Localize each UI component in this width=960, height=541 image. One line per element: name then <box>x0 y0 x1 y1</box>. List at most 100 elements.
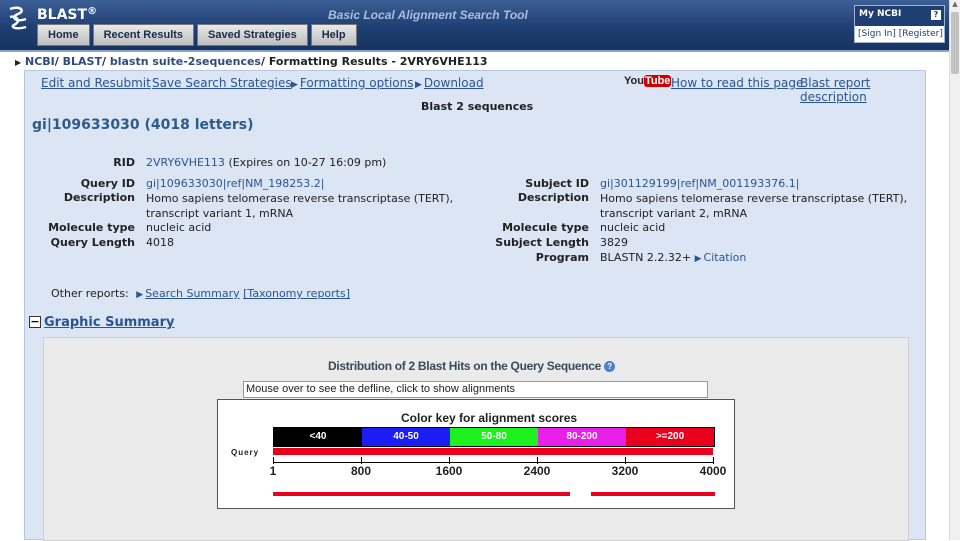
citation-link[interactable]: Citation <box>704 251 747 264</box>
graphic-summary-panel: Distribution of 2 Blast Hits on the Quer… <box>43 337 909 541</box>
breadcrumb-arrow-icon: ▶ <box>15 58 22 67</box>
query-id-label: Query ID <box>80 177 135 190</box>
subject-desc-line2: transcript variant 2, mRNA <box>600 207 748 220</box>
scroll-up-arrow-icon[interactable]: ▲ <box>950 0 960 11</box>
youtube-icon[interactable]: YouTube <box>624 75 672 90</box>
my-ncbi-help-icon[interactable]: ? <box>931 10 941 20</box>
axis-tick-label: 1600 <box>435 464 463 478</box>
query-desc-line2: transcript variant 1, mRNA <box>146 207 294 220</box>
distribution-title: Distribution of 2 Blast Hits on the Quer… <box>328 359 616 373</box>
defline-box: Mouse over to see the defline, click to … <box>243 381 708 398</box>
color-key-80-200: 80-200 <box>538 428 626 446</box>
rid-value: 2VRY6VHE113 (Expires on 10-27 16:09 pm) <box>146 155 386 170</box>
query-id-link[interactable]: gi|109633030|ref|NM_198253.2| <box>146 177 324 190</box>
my-ncbi-title: My NCBI <box>859 9 902 19</box>
program-label: Program <box>535 251 589 264</box>
search-summary-link[interactable]: Search Summary <box>145 287 239 300</box>
nav-help-button[interactable]: Help <box>310 24 357 46</box>
download-toggle[interactable]: ▶ Download <box>415 76 484 90</box>
color-key-title: Color key for alignment scores <box>401 411 578 425</box>
nav-recent-results-button[interactable]: Recent Results <box>92 24 195 46</box>
axis-tick <box>273 457 274 464</box>
axis-tick <box>713 457 714 464</box>
subject-desc-label: Description <box>517 191 589 204</box>
query-title: gi|109633030 (4018 letters) <box>32 117 254 133</box>
blast-logo-icon[interactable] <box>6 5 30 31</box>
help-icon[interactable]: ? <box>604 361 616 372</box>
query-axis <box>273 457 714 464</box>
download-link[interactable]: Download <box>424 76 484 90</box>
subject-length-label: Subject Length <box>495 236 589 249</box>
subject-moltype-value: nucleic acid <box>600 221 666 234</box>
formatting-options-link[interactable]: Formatting options <box>300 76 414 90</box>
color-key-40-50: 40-50 <box>362 428 450 446</box>
query-bar <box>273 448 713 455</box>
query-axis-label: Query <box>231 448 260 457</box>
blast-header: BLAST® Basic Local Alignment Search Tool… <box>0 0 949 52</box>
query-desc-label: Description <box>63 191 135 204</box>
alignment-graphic[interactable]: Color key for alignment scores <40 40-50… <box>217 399 735 509</box>
breadcrumb-current: Formatting Results - 2VRY6VHE113 <box>268 55 488 68</box>
color-key-lt40: <40 <box>274 428 362 446</box>
brand-title[interactable]: BLAST® <box>37 6 97 23</box>
breadcrumb: ▶ NCBI/ BLAST/ blastn suite-2sequences/ … <box>15 55 488 68</box>
my-ncbi-box: My NCBI ? [Sign In] [Register] <box>854 5 945 43</box>
axis-tick <box>625 457 626 464</box>
color-key-gte200: >=200 <box>626 428 714 446</box>
results-panel: Edit and Resubmit Save Search Strategies… <box>24 70 926 541</box>
breadcrumb-blastn-suite[interactable]: blastn suite-2sequences <box>110 55 261 68</box>
taxonomy-reports-link[interactable]: [Taxonomy reports] <box>243 287 350 300</box>
subject-id-value: gi|301129199|ref|NM_001193376.1| <box>600 176 799 191</box>
query-desc-line1: Homo sapiens telomerase reverse transcri… <box>146 192 454 205</box>
triangle-right-icon: ▶ <box>694 254 702 264</box>
color-key-50-80: 50-80 <box>450 428 538 446</box>
rid-link[interactable]: 2VRY6VHE113 <box>146 156 225 169</box>
query-length-value: 4018 <box>146 236 174 249</box>
distribution-text: Distribution of 2 Blast Hits on the Quer… <box>328 359 602 373</box>
subject-id-label: Subject ID <box>525 177 589 190</box>
scroll-thumb[interactable] <box>951 12 959 74</box>
query-length-label: Query Length <box>50 236 135 249</box>
axis-tick-label: 800 <box>350 464 372 478</box>
edit-resubmit-link[interactable]: Edit and Resubmit <box>41 76 151 90</box>
register-link[interactable]: [Register] <box>899 29 943 39</box>
graphic-summary-header[interactable]: − Graphic Summary <box>29 315 174 330</box>
brand-text: BLAST <box>37 7 88 23</box>
alignment-hit-bar[interactable] <box>273 492 570 496</box>
youtube-tube: Tube <box>643 75 672 87</box>
query-moltype-value: nucleic acid <box>146 221 212 234</box>
rid-expires: (Expires on 10-27 16:09 pm) <box>228 156 387 169</box>
axis-tick <box>449 457 450 464</box>
collapse-icon[interactable]: − <box>29 316 41 328</box>
breadcrumb-blast[interactable]: BLAST <box>63 55 102 68</box>
youtube-you: You <box>624 75 644 87</box>
how-to-read-link[interactable]: How to read this page <box>671 76 803 90</box>
nav-home-button[interactable]: Home <box>37 24 90 46</box>
triangle-right-icon: ▶ <box>136 290 144 300</box>
subject-length-value: 3829 <box>600 236 628 249</box>
axis-tick-label: 1 <box>269 464 277 478</box>
brand-tagline: Basic Local Alignment Search Tool <box>328 8 528 22</box>
axis-tick <box>537 457 538 464</box>
alignment-hit-bar[interactable] <box>590 492 715 496</box>
query-moltype-label: Molecule type <box>48 221 135 234</box>
nav-saved-strategies-button[interactable]: Saved Strategies <box>197 24 308 46</box>
save-strategies-link[interactable]: Save Search Strategies <box>152 76 292 90</box>
subject-id-link[interactable]: gi|301129199|ref|NM_001193376.1| <box>600 177 799 190</box>
subject-desc-line1: Homo sapiens telomerase reverse transcri… <box>600 192 908 205</box>
vertical-scrollbar[interactable]: ▲ <box>949 0 960 540</box>
my-ncbi-links: [Sign In] [Register] <box>855 26 944 42</box>
triangle-right-icon: ▶ <box>415 80 422 90</box>
formatting-options-toggle[interactable]: ▶ Formatting options <box>291 76 413 90</box>
other-reports-label: Other reports: <box>51 287 129 300</box>
breadcrumb-ncbi[interactable]: NCBI <box>25 55 55 68</box>
program-text: BLASTN 2.2.32+ <box>600 251 692 264</box>
query-id-value: gi|109633030|ref|NM_198253.2| <box>146 176 324 191</box>
rid-label: RID <box>113 156 135 169</box>
main-nav: Home Recent Results Saved Strategies Hel… <box>37 24 357 46</box>
graphic-summary-title[interactable]: Graphic Summary <box>44 315 174 330</box>
report-description-link[interactable]: Blast report description <box>800 76 925 104</box>
color-key: <40 40-50 50-80 80-200 >=200 <box>273 427 715 447</box>
axis-tick <box>361 457 362 464</box>
sign-in-link[interactable]: [Sign In] <box>858 29 896 39</box>
